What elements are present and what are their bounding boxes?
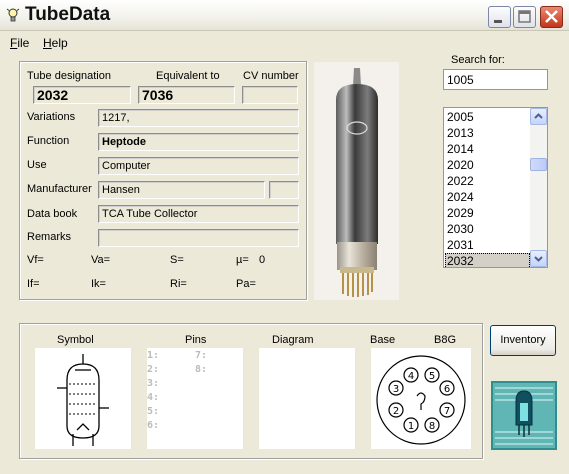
pin-label: 6: [147, 420, 160, 431]
base-type-label: B8G [434, 334, 457, 346]
base-box: 4 5 3 6 2 7 1 8 [371, 348, 471, 449]
list-item[interactable]: 2024 [445, 189, 530, 205]
vf-label: Vf= [27, 254, 44, 266]
equivalent-label: Equivalent to [156, 70, 220, 82]
databook-field[interactable]: TCA Tube Collector [98, 205, 299, 223]
menu-file[interactable]: File [10, 36, 29, 50]
pin-label: 7: [195, 350, 208, 361]
cv-number-label: CV number [243, 70, 299, 82]
variations-label: Variations [27, 111, 76, 123]
manufacturer-field[interactable]: Hansen [98, 181, 265, 199]
tube-designation-label: Tube designation [27, 70, 111, 82]
pin-label: 4: [147, 392, 160, 403]
tube-logo-icon [491, 381, 557, 450]
function-label: Function [27, 135, 70, 147]
list-item[interactable]: 2005 [445, 109, 530, 125]
equivalent-field[interactable]: 7036 [138, 86, 235, 104]
pin-label: 5: [147, 406, 160, 417]
diagram-box [259, 348, 355, 449]
list-item[interactable]: 2022 [445, 173, 530, 189]
ri-label: Ri= [170, 278, 187, 290]
list-item[interactable]: 2029 [445, 205, 530, 221]
tube-symbol-icon [57, 354, 109, 446]
menu-bar: File Help [0, 33, 569, 53]
remarks-label: Remarks [27, 231, 72, 243]
lightbulb-icon [6, 8, 20, 22]
svg-text:3: 3 [393, 384, 399, 395]
maximize-icon [518, 10, 531, 23]
symbol-label: Symbol [57, 334, 94, 346]
mu-label: µ= [236, 254, 249, 266]
minimize-icon [494, 20, 502, 23]
list-scrollbar[interactable] [530, 108, 547, 267]
use-field[interactable]: Computer [98, 157, 299, 175]
s-label: S= [170, 254, 184, 266]
close-icon [545, 10, 558, 23]
manufacturer-label: Manufacturer [27, 183, 92, 195]
ik-label: Ik= [91, 278, 106, 290]
close-button[interactable] [540, 6, 563, 28]
tube-photo [314, 62, 399, 300]
tube-collector-logo[interactable] [491, 381, 557, 450]
va-label: Va= [91, 254, 111, 266]
svg-text:4: 4 [408, 371, 414, 382]
tube-list[interactable]: 2005 2013 2014 2020 2022 2024 2029 2030 … [443, 107, 548, 268]
scroll-thumb[interactable] [530, 158, 547, 171]
search-label: Search for: [451, 54, 505, 66]
list-item-selected[interactable]: 2032 [445, 253, 530, 267]
databook-label: Data book [27, 208, 78, 220]
function-field[interactable]: Heptode [98, 133, 299, 151]
search-input[interactable]: 1005 [443, 69, 548, 90]
remarks-field[interactable] [98, 229, 299, 247]
cv-number-field[interactable] [242, 86, 298, 104]
title-bar[interactable]: TubeData [0, 0, 569, 31]
pins-label: Pins [185, 334, 207, 346]
vacuum-tube-image [336, 68, 378, 297]
window-title: TubeData [25, 4, 111, 25]
pin-label: 2: [147, 364, 160, 375]
manufacturer-extra-field[interactable] [269, 181, 299, 199]
list-item[interactable]: 2020 [445, 157, 530, 173]
use-label: Use [27, 159, 47, 171]
svg-text:5: 5 [429, 371, 435, 382]
svg-text:1: 1 [408, 421, 414, 432]
svg-text:8: 8 [429, 421, 435, 432]
symbol-box [35, 348, 131, 449]
inventory-button[interactable]: Inventory [490, 325, 556, 356]
minimize-button[interactable] [488, 6, 511, 28]
maximize-button[interactable] [513, 6, 536, 28]
variations-field[interactable]: 1217, [98, 109, 299, 127]
list-item[interactable]: 2030 [445, 221, 530, 237]
svg-text:2: 2 [393, 406, 399, 417]
scroll-up-button[interactable] [530, 108, 547, 125]
scroll-down-button[interactable] [530, 250, 547, 267]
svg-text:7: 7 [444, 406, 450, 417]
pin-label: 8: [195, 364, 208, 375]
diagram-label: Diagram [272, 334, 314, 346]
pa-label: Pa= [236, 278, 256, 290]
base-pinout-icon: 4 5 3 6 2 7 1 8 [376, 355, 466, 445]
arrow-up-icon [534, 113, 543, 119]
if-label: If= [27, 278, 40, 290]
list-item[interactable]: 2013 [445, 125, 530, 141]
pin-label: 1: [147, 350, 160, 361]
arrow-down-icon [534, 256, 543, 262]
pin-label: 3: [147, 378, 160, 389]
list-item[interactable]: 2014 [445, 141, 530, 157]
tube-designation-field[interactable]: 2032 [33, 86, 131, 104]
menu-help[interactable]: Help [43, 36, 68, 50]
list-item[interactable]: 2031 [445, 237, 530, 253]
pins-box: 1: 2: 3: 4: 5: 6: 7: 8: [147, 348, 243, 449]
base-label: Base [370, 334, 396, 346]
svg-text:6: 6 [444, 384, 450, 395]
mu-value: 0 [259, 254, 266, 266]
